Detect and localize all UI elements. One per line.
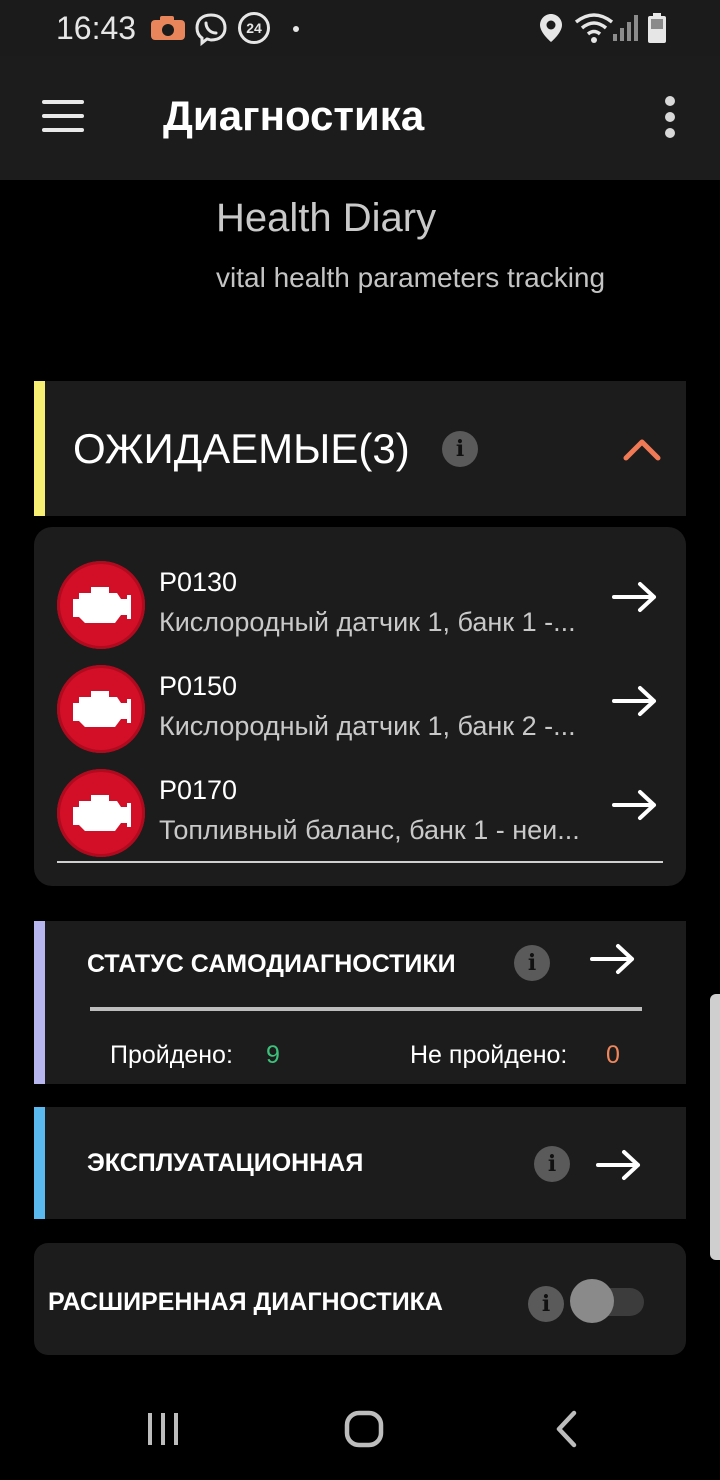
status-time: 16:43 [56,10,137,46]
arrow-right-icon[interactable] [612,789,658,821]
promo-subtitle[interactable]: vital health parameters tracking [216,262,605,294]
operational-title: ЭКСПЛУАТАЦИОННАЯ [87,1149,364,1177]
battery-icon [648,13,666,43]
extended-toggle-switch[interactable] [570,1279,614,1323]
dtc-code: P0150 [159,671,238,701]
failed-value: 0 [606,1041,620,1069]
dtc-code: P0170 [159,775,238,805]
check-engine-icon [57,665,145,753]
collapse-chevron-up-icon[interactable] [622,437,662,461]
list-item[interactable]: P0130 Кислородный датчик 1, банк 1 -... [34,553,686,653]
list-item[interactable]: P0170 Топливный баланс, банк 1 - неи... [34,761,686,861]
passed-value: 9 [266,1041,280,1069]
check-engine-icon [57,769,145,857]
wifi-icon [574,13,614,43]
check-engine-icon [57,561,145,649]
status-bar: 16:43 24 [0,0,720,56]
system-nav-bar [0,1384,720,1480]
extended-diagnostics-card: РАСШИРЕННАЯ ДИАГНОСТИКА i [34,1243,686,1355]
signal-icon [613,15,638,41]
list-item[interactable]: P0150 Кислородный датчик 1, банк 2 -... [34,657,686,757]
expected-info-icon[interactable]: i [442,431,478,467]
self-diagnostics-progress [90,1007,642,1011]
arrow-right-icon[interactable] [596,1149,642,1181]
expected-codes-list: P0130 Кислородный датчик 1, банк 1 -... … [34,527,686,886]
self-diagnostics-card[interactable]: СТАТУС САМОДИАГНОСТИКИ i Пройдено: 9 Не … [34,921,686,1084]
dtc-description: Топливный баланс, банк 1 - неи... [159,815,580,845]
more-options-icon[interactable] [656,96,684,140]
expected-section-header[interactable]: ОЖИДАЕМЫЕ(3) i [34,381,686,516]
operational-card[interactable]: ЭКСПЛУАТАЦИОННАЯ i [34,1107,686,1219]
dtc-code: P0130 [159,567,238,597]
arrow-right-icon[interactable] [590,943,636,975]
dtc-description: Кислородный датчик 1, банк 2 -... [159,711,576,741]
self-diagnostics-title: СТАТУС САМОДИАГНОСТИКИ [87,950,456,978]
arrow-right-icon[interactable] [612,685,658,717]
dot-icon [293,26,299,32]
camera-notification-icon [151,16,185,40]
scrollbar[interactable] [710,994,720,1260]
passed-label: Пройдено: [110,1041,233,1069]
app-bar: Диагностика [0,56,720,180]
location-icon [540,14,562,42]
hamburger-menu-icon[interactable] [40,100,86,136]
operational-info-icon[interactable]: i [534,1146,570,1182]
recent-apps-icon[interactable] [146,1412,180,1446]
extended-diagnostics-title: РАСШИРЕННАЯ ДИАГНОСТИКА [48,1288,443,1316]
home-icon[interactable] [344,1410,384,1448]
list-divider [57,861,663,863]
extended-info-icon[interactable]: i [528,1286,564,1322]
failed-label: Не пройдено: [410,1041,568,1069]
expected-accent-bar [34,381,45,516]
page-title: Диагностика [163,92,425,139]
operational-accent-bar [34,1107,45,1219]
expected-title: ОЖИДАЕМЫЕ(3) [73,425,410,472]
self-diagnostics-accent-bar [34,921,45,1084]
back-icon[interactable] [554,1410,578,1448]
self-diagnostics-info-icon[interactable]: i [514,945,550,981]
viber-icon [195,13,227,46]
arrow-right-icon[interactable] [612,581,658,613]
badge-24-icon: 24 [238,12,270,44]
dtc-description: Кислородный датчик 1, банк 1 -... [159,607,576,637]
promo-title[interactable]: Health Diary [216,196,436,241]
